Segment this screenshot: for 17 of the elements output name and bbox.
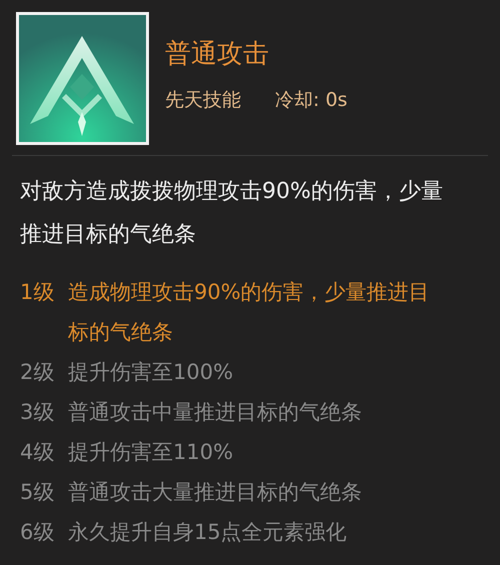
skill-description: 对敌方造成拨拨物理攻击90%的伤害，少量推进目标的气绝条 [19, 178, 444, 249]
level-description: 造成物理攻击90%的伤害，少量推进目标的气绝条 [68, 279, 431, 346]
level-description: 提升伤害至110% [68, 439, 234, 466]
level-label: 6级 [20, 519, 56, 546]
cooldown-label: 冷却: 0s [275, 88, 348, 112]
level-label: 5级 [20, 479, 56, 506]
skill-icon [16, 12, 149, 145]
level-label: 1级 [20, 279, 56, 306]
skill-type: 先天技能 [165, 88, 241, 112]
level-description: 普通攻击中量推进目标的气绝条 [68, 399, 363, 426]
level-description: 普通攻击大量推进目标的气绝条 [68, 479, 363, 506]
level-label: 3级 [20, 399, 56, 426]
level-label: 4级 [20, 439, 56, 466]
level-description: 提升伤害至100% [68, 359, 234, 386]
skill-name: 普通攻击 [165, 38, 270, 70]
level-description: 永久提升自身15点全元素强化 [68, 519, 348, 546]
level-label: 2级 [20, 359, 56, 386]
